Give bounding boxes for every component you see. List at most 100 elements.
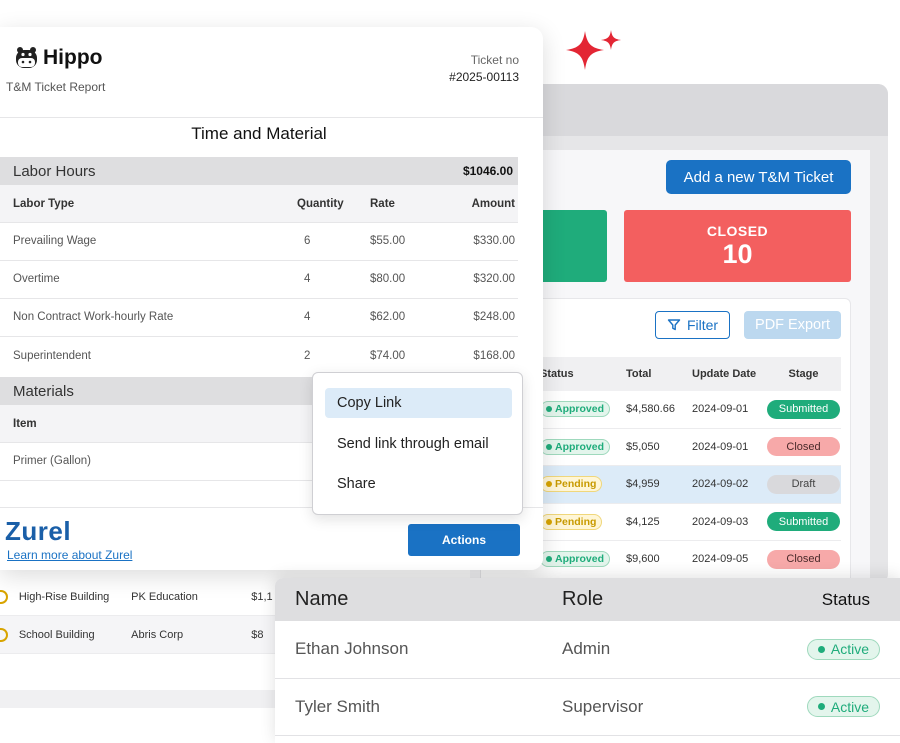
report-footer: Zurel Learn more about Zurel Actions xyxy=(0,507,543,570)
col-header-role[interactable]: Role xyxy=(545,588,785,611)
status-dot-icon xyxy=(546,443,552,450)
projects-footer xyxy=(0,690,290,708)
table-row[interactable]: Ethan Johnson Admin Active xyxy=(275,621,900,679)
status-text: Active xyxy=(830,698,869,715)
list-item[interactable]: School Building Abris Corp $8 xyxy=(0,616,290,654)
col-header-total[interactable]: Total xyxy=(620,368,686,380)
report-subtitle: T&M Ticket Report xyxy=(6,80,106,94)
table-row[interactable]: Pending $4,125 2024-09-03 Submitted xyxy=(536,504,841,541)
table-row: Non Contract Work-hourly Rate 4 $62.00 $… xyxy=(0,299,518,337)
learn-more-link[interactable]: Learn more about Zurel xyxy=(7,548,132,562)
status-badge: Active xyxy=(806,638,880,660)
rate-cell: $80.00 xyxy=(370,273,406,286)
table-row: Overtime 4 $80.00 $320.00 xyxy=(0,261,518,299)
project-name: High-Rise Building xyxy=(18,590,110,603)
project-name: School Building xyxy=(18,628,95,641)
table-row[interactable]: Pending $4,959 2024-09-02 Draft xyxy=(536,466,841,504)
divider xyxy=(0,117,543,118)
zurel-logo: Zurel xyxy=(5,516,72,546)
users-table: Name Role Status Ethan Johnson Admin Act… xyxy=(275,578,900,743)
hippo-logo-icon xyxy=(16,47,37,68)
date-cell: 2024-09-01 xyxy=(692,440,749,453)
menu-item-send-email[interactable]: Send link through email xyxy=(325,429,512,459)
actions-button[interactable]: Actions xyxy=(408,524,520,556)
date-cell: 2024-09-01 xyxy=(692,403,749,416)
status-dot-icon xyxy=(817,645,825,653)
closed-stat-count: 10 xyxy=(722,239,753,269)
labor-section-total: $1046.00 xyxy=(462,164,513,178)
col-header-quantity: Quantity xyxy=(297,197,344,210)
table-row[interactable]: Tyler Smith Supervisor Active xyxy=(275,679,900,736)
status-dot-icon xyxy=(817,703,825,711)
pdf-export-button[interactable]: PDF Export xyxy=(744,311,841,339)
status-text: Active xyxy=(830,641,869,658)
status-text: Approved xyxy=(555,403,605,416)
table-row: Prevailing Wage 6 $55.00 $330.00 xyxy=(0,223,518,261)
amount-cell: $168.00 xyxy=(473,349,515,362)
brand-name: Hippo xyxy=(43,46,103,69)
quantity-cell: 6 xyxy=(304,235,311,248)
status-text: Pending xyxy=(555,478,597,491)
date-cell: 2024-09-03 xyxy=(692,515,749,528)
user-role: Admin xyxy=(562,639,611,659)
col-header-stage[interactable]: Stage xyxy=(766,368,841,380)
filter-button[interactable]: Filter xyxy=(655,311,730,339)
col-header-item: Item xyxy=(13,417,37,430)
actions-menu: Copy Link Send link through email Share xyxy=(312,372,523,515)
col-header-name[interactable]: Name xyxy=(275,588,545,611)
status-badge: Approved xyxy=(540,438,611,455)
progress-ring-icon xyxy=(0,589,8,604)
col-header-status[interactable]: Status xyxy=(785,590,900,610)
date-cell: 2024-09-05 xyxy=(692,553,749,566)
status-text: Pending xyxy=(555,515,597,528)
user-role: Supervisor xyxy=(562,696,644,716)
menu-item-share[interactable]: Share xyxy=(325,469,512,499)
amount-cell: $248.00 xyxy=(473,311,515,324)
col-header-update-date[interactable]: Update Date xyxy=(686,368,766,380)
quantity-cell: 4 xyxy=(304,273,311,286)
amount-cell: $330.00 xyxy=(473,235,515,248)
status-badge: Active xyxy=(806,696,880,718)
table-row[interactable]: Approved $5,050 2024-09-01 Closed xyxy=(536,429,841,466)
status-badge: Pending xyxy=(540,513,603,530)
status-dot-icon xyxy=(546,518,552,525)
table-row[interactable]: Approved $9,600 2024-09-05 Closed xyxy=(536,541,841,579)
col-header-rate: Rate xyxy=(370,197,395,210)
list-item[interactable]: High-Rise Building PK Education $1,1 xyxy=(0,578,290,616)
project-client: PK Education xyxy=(131,590,198,603)
stage-badge: Submitted xyxy=(767,512,840,532)
labor-type-cell: Superintendent xyxy=(13,349,92,362)
status-badge: Approved xyxy=(540,401,611,418)
project-client: Abris Corp xyxy=(131,628,184,641)
total-cell: $4,125 xyxy=(626,515,660,528)
col-header-amount: Amount xyxy=(471,197,515,210)
status-dot-icon xyxy=(546,481,552,488)
filter-icon xyxy=(667,319,681,331)
labor-type-cell: Prevailing Wage xyxy=(13,235,97,248)
status-badge: Pending xyxy=(540,476,603,493)
status-text: Approved xyxy=(555,440,605,453)
labor-type-cell: Non Contract Work-hourly Rate xyxy=(13,311,174,324)
tickets-table-header: Status Total Update Date Stage xyxy=(536,357,841,391)
progress-ring-icon xyxy=(0,627,8,642)
total-cell: $4,580.66 xyxy=(626,403,675,416)
hippo-brand: Hippo xyxy=(13,45,102,71)
table-row[interactable]: Approved $4,580.66 2024-09-01 Submitted xyxy=(536,391,841,429)
stage-badge: Closed xyxy=(767,549,840,569)
col-header-status[interactable]: Status xyxy=(536,368,620,380)
status-dot-icon xyxy=(546,406,552,413)
stage-badge: Submitted xyxy=(767,399,840,419)
total-cell: $9,600 xyxy=(626,553,660,566)
closed-stat-label: CLOSED xyxy=(706,223,769,239)
menu-item-copy-link[interactable]: Copy Link xyxy=(325,388,512,418)
ticket-number-label: Ticket no xyxy=(470,53,519,67)
status-text: Approved xyxy=(555,553,605,566)
rate-cell: $55.00 xyxy=(370,235,406,248)
users-table-header: Name Role Status xyxy=(275,578,900,621)
amount-cell: $320.00 xyxy=(473,273,515,286)
closed-stat-card[interactable]: CLOSED 10 xyxy=(624,210,851,282)
add-ticket-button[interactable]: Add a new T&M Ticket xyxy=(666,160,851,194)
user-name: Tyler Smith xyxy=(295,696,381,716)
stage-badge: Draft xyxy=(767,474,840,494)
date-cell: 2024-09-02 xyxy=(692,478,749,491)
